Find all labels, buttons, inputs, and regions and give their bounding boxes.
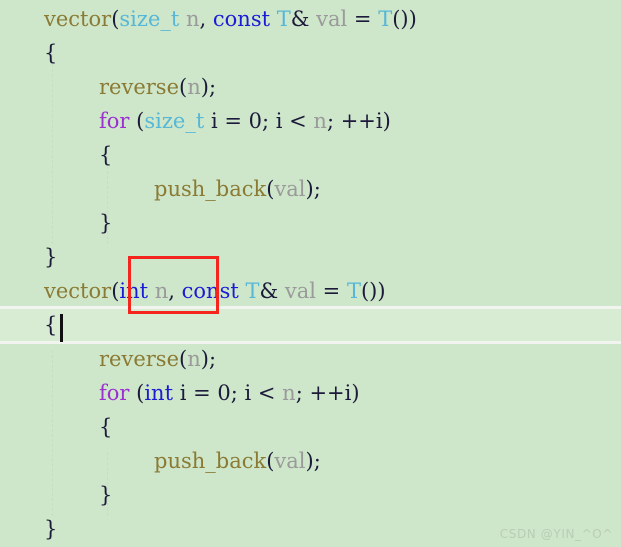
code-line[interactable]: for (int i = 0; i < n; ++i) — [0, 376, 621, 410]
code-token-punct: ; i < — [262, 109, 314, 133]
code-line[interactable]: { — [0, 36, 621, 70]
code-token-punct: { — [99, 143, 113, 167]
code-token-punct: i = — [204, 109, 249, 133]
code-token-num: 0 — [248, 109, 262, 133]
code-token-var: n — [187, 75, 201, 99]
code-line[interactable]: } — [0, 240, 621, 274]
code-token-punct: ); — [200, 347, 217, 371]
code-token-func: reverse — [99, 75, 180, 99]
code-token-punct: ; i < — [230, 381, 283, 405]
code-line[interactable]: reverse(n); — [0, 70, 621, 104]
code-token-punct: & — [290, 7, 317, 31]
code-line[interactable]: push_back(val); — [0, 444, 621, 478]
code-token-punct: ); — [200, 75, 217, 99]
code-token-punct: } — [99, 483, 113, 507]
code-token-punct: ()) — [392, 7, 417, 31]
code-line[interactable]: vector(size_t n, const T& val = T()) — [0, 2, 621, 36]
red-annotation-rectangle — [128, 256, 219, 314]
code-token-punct: ); — [305, 449, 321, 473]
code-token-num: 0 — [217, 381, 231, 405]
code-token-punct: ( — [179, 75, 188, 99]
code-token-punct: ()) — [360, 279, 386, 303]
code-token-var: val — [316, 7, 348, 31]
code-token-func: reverse — [99, 347, 180, 371]
code-token-punct: ( — [129, 381, 145, 405]
code-line[interactable]: } — [0, 478, 621, 512]
watermark-label: CSDN @YIN_^O^ — [499, 527, 613, 541]
text-caret — [60, 314, 63, 342]
code-token-punct: } — [99, 211, 113, 235]
code-token-type: T — [378, 7, 393, 31]
code-line[interactable]: push_back(val); — [0, 172, 621, 206]
code-token-punct: & — [259, 279, 285, 303]
code-token-punct: } — [44, 245, 58, 269]
code-token-type: T — [276, 7, 291, 31]
code-token-func: vector — [44, 7, 112, 31]
code-line[interactable]: { — [0, 410, 621, 444]
code-token-var: n — [187, 347, 201, 371]
code-token-func: push_back — [154, 177, 267, 201]
code-token-type: T — [346, 279, 361, 303]
code-token-punct: ); — [305, 177, 321, 201]
code-token-punct: ; ++i) — [326, 109, 391, 133]
code-token-punct: = — [347, 7, 379, 31]
code-token-kw: const — [212, 7, 271, 31]
code-token-var: n — [313, 109, 327, 133]
code-token-var: val — [284, 279, 316, 303]
code-token-type: size_t — [119, 7, 180, 31]
code-token-punct: , — [199, 7, 213, 31]
code-token-punct: ; ++i) — [295, 381, 360, 405]
code-token-punct: { — [99, 415, 113, 439]
code-token-func: push_back — [154, 449, 267, 473]
code-token-punct: } — [44, 517, 58, 541]
code-lines-container[interactable]: vector(size_t n, const T& val = T()){rev… — [0, 0, 621, 547]
code-line[interactable]: for (size_t i = 0; i < n; ++i) — [0, 104, 621, 138]
code-line[interactable]: } — [0, 206, 621, 240]
code-token-punct: { — [44, 313, 58, 337]
code-token-func: vector — [44, 279, 112, 303]
code-token-punct: ( — [179, 347, 188, 371]
code-token-var: val — [274, 449, 306, 473]
code-token-punct: ( — [129, 109, 145, 133]
code-token-var: n — [186, 7, 200, 31]
code-token-punct: = — [316, 279, 347, 303]
code-token-var: val — [274, 177, 306, 201]
code-line[interactable]: reverse(n); — [0, 342, 621, 376]
code-token-type: size_t — [144, 109, 205, 133]
code-line[interactable]: { — [0, 308, 621, 342]
code-editor-pane[interactable]: vector(size_t n, const T& val = T()){rev… — [0, 0, 621, 547]
code-token-type: T — [245, 279, 260, 303]
code-token-var: n — [282, 381, 296, 405]
code-line[interactable]: vector(int n, const T& val = T()) — [0, 274, 621, 308]
code-token-punct: { — [44, 41, 58, 65]
code-token-ctl: for — [99, 381, 130, 405]
code-token-punct: i = — [173, 381, 218, 405]
code-token-ctl: for — [99, 109, 130, 133]
code-token-kw: int — [144, 381, 174, 405]
code-line[interactable]: { — [0, 138, 621, 172]
